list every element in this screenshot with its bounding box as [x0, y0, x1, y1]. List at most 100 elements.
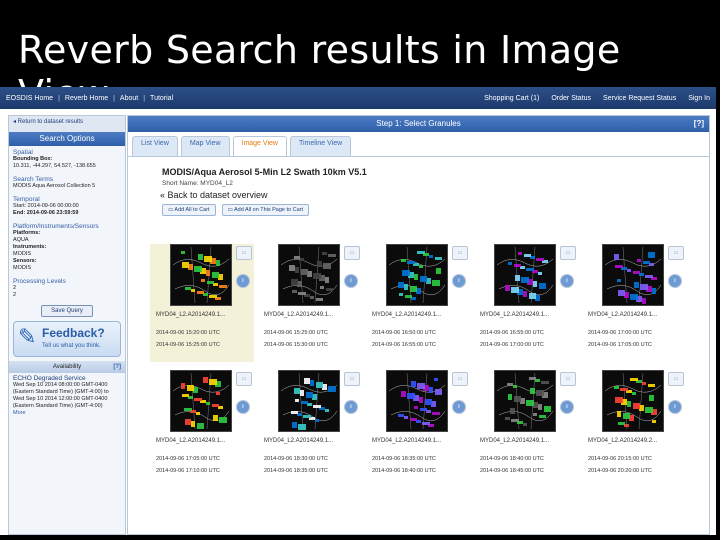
instruments-label: Instruments: [13, 244, 47, 250]
granule-start-time: 2014-09-06 16:55:00 UTC [480, 330, 544, 336]
granule-end-time: 2014-09-06 20:20:00 UTC [588, 468, 652, 474]
granule-thumbnail[interactable] [602, 244, 664, 306]
granule-name[interactable]: MYD04_L2.A2014249.1... [588, 312, 657, 318]
granule-tile[interactable]: ▭ i MYD04_L2.A2014249.1... 2014-09-06 15:25… [258, 244, 362, 362]
processing-heading[interactable]: Processing Levels [13, 278, 121, 285]
nav-eosdis-home[interactable]: EOSDIS Home [6, 95, 53, 102]
tab-image-view[interactable]: Image View [232, 136, 287, 156]
search-terms-heading[interactable]: Search Terms [13, 176, 121, 183]
granule-name[interactable]: MYD04_L2.A2014249.1... [156, 438, 225, 444]
info-icon[interactable]: i [344, 274, 358, 288]
granule-name[interactable]: MYD04_L2.A2014249.1... [480, 438, 549, 444]
granule-name[interactable]: MYD04_L2.A2014249.1... [264, 438, 333, 444]
tab-map-view[interactable]: Map View [180, 136, 230, 156]
nav-shopping-cart[interactable]: Shopping Cart (1) [484, 95, 539, 102]
granule-tile[interactable]: ▭ i MYD04_L2.A2014249.1... 2014-09-06 18:35… [366, 370, 470, 488]
feedback-title: Feedback? [42, 326, 105, 340]
platform-heading[interactable]: Platform/Instruments/Sensors [13, 223, 121, 230]
tab-list-view[interactable]: List View [132, 136, 178, 156]
info-icon[interactable]: i [236, 274, 250, 288]
granule-name[interactable]: MYD04_L2.A2014249.1... [372, 312, 441, 318]
cart-icon[interactable]: ▭ [668, 246, 684, 260]
info-icon[interactable]: i [560, 400, 574, 414]
cart-icon[interactable]: ▭ [668, 372, 684, 386]
availability-header: Availability [?] [9, 361, 125, 373]
granule-tile[interactable]: ▭ i MYD04_L2.A2014249.1... 2014-09-06 15:20… [150, 244, 254, 362]
nav-reverb-home[interactable]: Reverb Home [65, 95, 108, 102]
nav-about[interactable]: About [120, 95, 138, 102]
search-terms-value: MODIS Aqua Aerosol Collection 5 [13, 183, 96, 189]
granule-tile[interactable]: ▭ i MYD04_L2.A2014249.1... 2014-09-06 17:05… [150, 370, 254, 488]
granule-name[interactable]: MYD04_L2.A2014249.1... [156, 312, 225, 318]
granule-tile[interactable]: ▭ i MYD04_L2.A2014249.2... 2014-09-06 20:15… [582, 370, 686, 488]
dataset-title: MODIS/Aqua Aerosol 5-Min L2 Swath 10km V… [162, 167, 367, 177]
info-icon[interactable]: i [452, 400, 466, 414]
granule-end-time: 2014-09-06 18:40:00 UTC [372, 468, 436, 474]
granule-thumbnail[interactable] [170, 244, 232, 306]
cart-actions: ▭ Add All to Cart ▭ Add All on This Page… [162, 204, 709, 216]
degraded-service-notice: ECHO Degraded Service Wed Sep 10 2014 08… [9, 373, 125, 419]
granule-thumbnail[interactable] [386, 244, 448, 306]
nav-service-request-status[interactable]: Service Request Status [603, 95, 676, 102]
granule-end-time: 2014-09-06 17:10:00 UTC [156, 468, 220, 474]
save-query-button[interactable]: Save Query [41, 305, 93, 317]
nav-order-status[interactable]: Order Status [551, 95, 591, 102]
spatial-heading[interactable]: Spatial [13, 149, 121, 156]
availability-label: Availability [52, 364, 82, 370]
availability-help-link[interactable]: [?] [113, 361, 121, 373]
info-icon[interactable]: i [668, 400, 682, 414]
cart-icon[interactable]: ▭ [344, 246, 360, 260]
granule-thumbnail[interactable] [278, 244, 340, 306]
add-page-to-cart-button[interactable]: ▭ Add All on This Page to Cart [221, 204, 310, 216]
step-help-link[interactable]: [?] [694, 116, 704, 132]
return-to-dataset-link[interactable]: ◂ Return to dataset results [9, 116, 125, 132]
cart-icon[interactable]: ▭ [236, 372, 252, 386]
search-options-header: Search Options [9, 132, 125, 146]
granule-name[interactable]: MYD04_L2.A2014249.2... [588, 438, 657, 444]
info-icon[interactable]: i [560, 274, 574, 288]
tab-timeline-view[interactable]: Timeline View [289, 136, 352, 156]
granule-start-time: 2014-09-06 15:25:00 UTC [264, 330, 328, 336]
add-all-to-cart-button[interactable]: ▭ Add All to Cart [162, 204, 216, 216]
granule-thumbnail[interactable] [386, 370, 448, 432]
feedback-banner[interactable]: ✎ Feedback? Tell us what you think. [13, 321, 121, 357]
notice-heading: ECHO Degraded Service [13, 375, 86, 382]
cart-icon[interactable]: ▭ [560, 372, 576, 386]
granule-thumbnail[interactable] [170, 370, 232, 432]
cart-icon[interactable]: ▭ [344, 372, 360, 386]
granule-name[interactable]: MYD04_L2.A2014249.1... [480, 312, 549, 318]
cart-icon[interactable]: ▭ [452, 246, 468, 260]
cart-icon[interactable]: ▭ [236, 246, 252, 260]
granule-tile[interactable]: ▭ i MYD04_L2.A2014249.1... 2014-09-06 18:40… [474, 370, 578, 488]
search-terms-section: Search Terms MODIS Aqua Aerosol Collecti… [9, 173, 125, 193]
cart-icon[interactable]: ▭ [560, 246, 576, 260]
notice-body: Wed Sep 10 2014 08:00:00 GMT-0400 (Easte… [13, 382, 109, 409]
granule-thumbnail[interactable] [602, 370, 664, 432]
granule-start-time: 2014-09-06 17:00:00 UTC [588, 330, 652, 336]
temporal-heading[interactable]: Temporal [13, 196, 121, 203]
info-icon[interactable]: i [452, 274, 466, 288]
granule-start-time: 2014-09-06 18:40:00 UTC [480, 456, 544, 462]
granule-tile[interactable]: ▭ i MYD04_L2.A2014249.1... 2014-09-06 16:50… [366, 244, 470, 362]
notice-more-link[interactable]: More [13, 410, 121, 417]
granule-thumbnail[interactable] [278, 370, 340, 432]
granule-name[interactable]: MYD04_L2.A2014249.1... [372, 438, 441, 444]
nav-separator: | [58, 94, 60, 102]
granule-end-time: 2014-09-06 15:30:00 UTC [264, 342, 328, 348]
nav-sign-in[interactable]: Sign In [688, 95, 710, 102]
info-icon[interactable]: i [668, 274, 682, 288]
granule-tile[interactable]: ▭ i MYD04_L2.A2014249.1... 2014-09-06 17:00… [582, 244, 686, 362]
granule-tile[interactable]: ▭ i MYD04_L2.A2014249.1... 2014-09-06 18:30… [258, 370, 362, 488]
info-icon[interactable]: i [236, 400, 250, 414]
cart-icon[interactable]: ▭ [452, 372, 468, 386]
back-to-overview-link[interactable]: « Back to dataset overview [160, 190, 709, 200]
add-all-to-cart-label: Add All to Cart [174, 207, 210, 213]
granule-end-time: 2014-09-06 15:25:00 UTC [156, 342, 220, 348]
info-icon[interactable]: i [344, 400, 358, 414]
granule-start-time: 2014-09-06 17:05:00 UTC [156, 456, 220, 462]
granule-thumbnail[interactable] [494, 244, 556, 306]
granule-thumbnail[interactable] [494, 370, 556, 432]
nav-tutorial[interactable]: Tutorial [150, 95, 173, 102]
granule-tile[interactable]: ▭ i MYD04_L2.A2014249.1... 2014-09-06 16:55… [474, 244, 578, 362]
granule-name[interactable]: MYD04_L2.A2014249.1... [264, 312, 333, 318]
